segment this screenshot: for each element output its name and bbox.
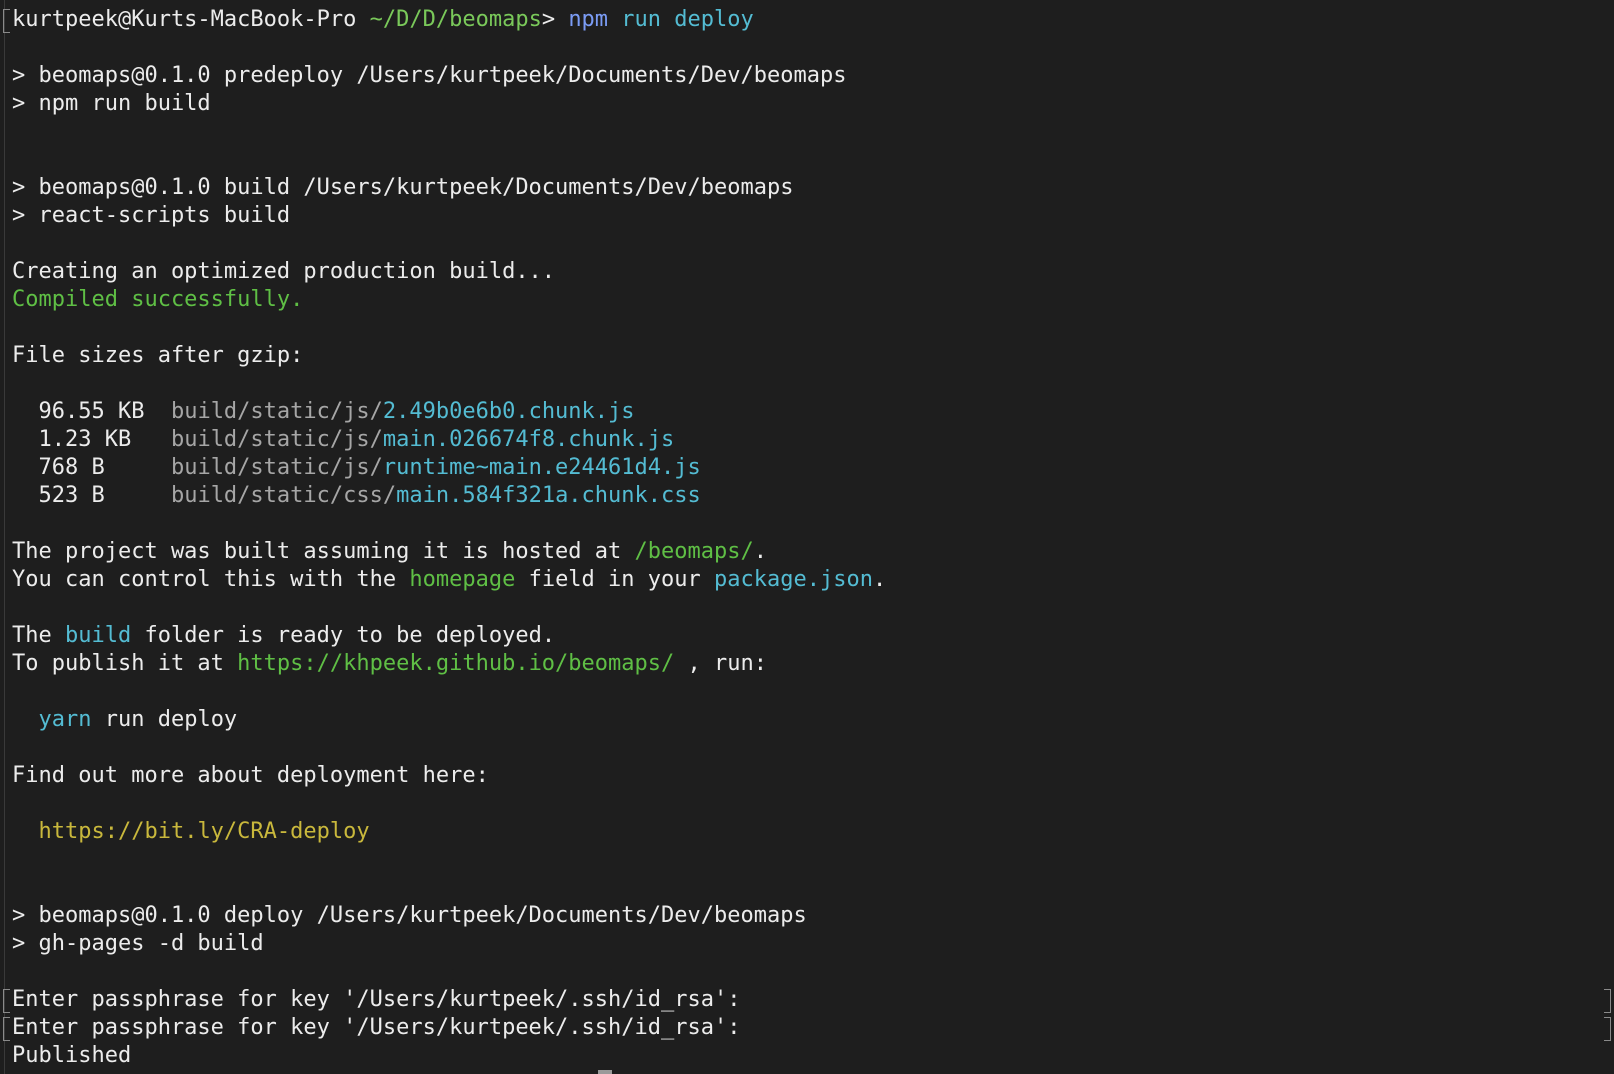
line-mark-right: [1604, 989, 1611, 1013]
terminal-text-segment: build: [64, 623, 132, 648]
terminal-text-segment: Enter passphrase for key '/Users/kurtpee…: [12, 987, 741, 1012]
terminal-text-segment: field in your: [515, 567, 715, 592]
terminal-line: > beomaps@0.1.0 deploy /Users/kurtpeek/D…: [12, 902, 1594, 930]
terminal-text-segment: You can control this with the: [12, 567, 410, 592]
terminal-line: kurtpeek@Kurts-MacBook-Pro ~/D/D/beomaps…: [12, 6, 1594, 34]
terminal-line: 96.55 KB build/static/js/2.49b0e6b0.chun…: [12, 398, 1594, 426]
terminal-text-segment: > react-scripts build: [12, 203, 291, 228]
terminal-output: kurtpeek@Kurts-MacBook-Pro ~/D/D/beomaps…: [12, 6, 1594, 1070]
terminal-text-segment: build/static/js/: [170, 427, 383, 452]
terminal-line: 768 B build/static/js/runtime~main.e2446…: [12, 454, 1594, 482]
terminal-text-segment: package.json: [714, 567, 873, 592]
terminal-text-segment: Enter passphrase for key '/Users/kurtpee…: [12, 1015, 741, 1040]
terminal-text-segment: 96.55 KB: [12, 399, 171, 424]
terminal-text-segment: Published: [12, 1043, 132, 1068]
terminal-text-segment: https://khpeek.github.io/beomaps/: [237, 651, 675, 676]
terminal-line: File sizes after gzip:: [12, 342, 1594, 370]
terminal-text-segment: build/static/js/: [170, 399, 383, 424]
terminal-line: Compiled successfully.: [12, 286, 1594, 314]
terminal-window[interactable]: kurtpeek@Kurts-MacBook-Pro ~/D/D/beomaps…: [0, 0, 1614, 1074]
terminal-line: https://bit.ly/CRA-deploy: [12, 818, 1594, 846]
terminal-line: You can control this with the homepage f…: [12, 566, 1594, 594]
terminal-text-segment: kurtpeek@Kurts-MacBook-Pro: [12, 7, 370, 32]
terminal-text-segment: 1.23 KB: [12, 427, 171, 452]
terminal-text-segment: 2.49b0e6b0.chunk.js: [382, 399, 635, 424]
terminal-text-segment: Compiled successfully.: [12, 287, 304, 312]
scroll-marker[interactable]: [598, 1070, 612, 1074]
terminal-text-segment: npm: [568, 7, 622, 32]
terminal-line: To publish it at https://khpeek.github.i…: [12, 650, 1594, 678]
terminal-line: yarn run deploy: [12, 706, 1594, 734]
terminal-text-segment: > npm run build: [12, 91, 211, 116]
terminal-text-segment: > beomaps@0.1.0 deploy /Users/kurtpeek/D…: [12, 903, 807, 928]
terminal-text-segment: >: [541, 7, 569, 32]
terminal-text-segment: build/static/js/: [170, 455, 383, 480]
line-mark-left: [3, 1017, 10, 1041]
terminal-text-segment: https://bit.ly/CRA-deploy: [38, 819, 370, 844]
terminal-line: > beomaps@0.1.0 build /Users/kurtpeek/Do…: [12, 174, 1594, 202]
terminal-line: The build folder is ready to be deployed…: [12, 622, 1594, 650]
terminal-text-segment: Creating an optimized production build..…: [12, 259, 556, 284]
terminal-text-segment: .: [753, 539, 767, 564]
terminal-text-segment: ~/D/D/beomaps: [369, 7, 542, 32]
terminal-text-segment: > gh-pages -d build: [12, 931, 264, 956]
terminal-text-segment: To publish it at: [12, 651, 238, 676]
terminal-line: Published: [12, 1042, 1594, 1070]
terminal-text-segment: folder is ready to be deployed.: [131, 623, 556, 648]
terminal-text-segment: 768 B: [12, 455, 171, 480]
terminal-text-segment: The: [12, 623, 65, 648]
line-mark-left: [3, 9, 10, 33]
terminal-line: 1.23 KB build/static/js/main.026674f8.ch…: [12, 426, 1594, 454]
terminal-line: > npm run build: [12, 90, 1594, 118]
terminal-text-segment: Find out more about deployment here:: [12, 763, 489, 788]
terminal-gutter: [4, 0, 5, 1074]
terminal-text-segment: .: [872, 567, 887, 592]
terminal-text-segment: yarn: [38, 707, 92, 732]
terminal-text-segment: File sizes after gzip:: [12, 343, 304, 368]
terminal-text-segment: runtime~main.e24461d4.js: [382, 455, 701, 480]
terminal-line: Enter passphrase for key '/Users/kurtpee…: [12, 1014, 1594, 1042]
terminal-text-segment: The project was built assuming it is hos…: [12, 539, 635, 564]
terminal-line: 523 B build/static/css/main.584f321a.chu…: [12, 482, 1594, 510]
terminal-line: Find out more about deployment here:: [12, 762, 1594, 790]
terminal-line: Creating an optimized production build..…: [12, 258, 1594, 286]
terminal-text-segment: > beomaps@0.1.0 build /Users/kurtpeek/Do…: [12, 175, 794, 200]
terminal-text-segment: 523 B: [12, 483, 171, 508]
terminal-text-segment: /beomaps/: [634, 539, 754, 564]
terminal-text-segment: run deploy: [91, 707, 238, 732]
terminal-text-segment: > beomaps@0.1.0 predeploy /Users/kurtpee…: [12, 63, 847, 88]
terminal-line: Enter passphrase for key '/Users/kurtpee…: [12, 986, 1594, 1014]
line-mark-right: [1604, 1017, 1611, 1041]
terminal-text-segment: run deploy: [621, 7, 754, 32]
terminal-text-segment: build/static/css/: [170, 483, 397, 508]
terminal-text-segment: main.026674f8.chunk.js: [382, 427, 675, 452]
line-mark-left: [3, 989, 10, 1013]
terminal-text-segment: , run:: [674, 651, 767, 676]
terminal-line: > gh-pages -d build: [12, 930, 1594, 958]
terminal-line: The project was built assuming it is hos…: [12, 538, 1594, 566]
terminal-line: > react-scripts build: [12, 202, 1594, 230]
terminal-line: > beomaps@0.1.0 predeploy /Users/kurtpee…: [12, 62, 1594, 90]
terminal-text-segment: main.584f321a.chunk.css: [396, 483, 701, 508]
terminal-text-segment: homepage: [409, 567, 516, 592]
